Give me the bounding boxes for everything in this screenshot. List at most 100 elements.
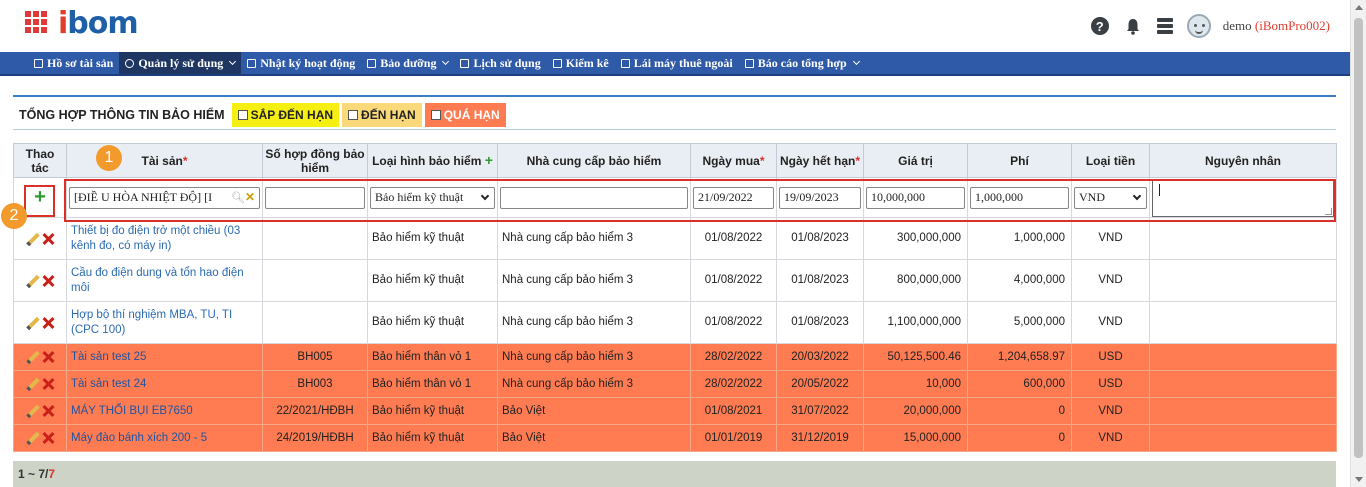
vertical-scrollbar[interactable] bbox=[1350, 0, 1366, 487]
edit-icon[interactable] bbox=[26, 275, 38, 287]
cell-currency: USD bbox=[1071, 343, 1150, 371]
cell-reason bbox=[1149, 424, 1337, 452]
nav-bao-duong[interactable]: Bảo dưỡng bbox=[361, 52, 454, 74]
checkbox[interactable] bbox=[348, 109, 359, 120]
asset-link[interactable]: Hợp bộ thí nghiệm MBA, TU, TI (CPC 100) bbox=[71, 308, 258, 338]
cell-supplier: Nhà cung cấp bảo hiểm 3 bbox=[497, 217, 691, 260]
edit-icon[interactable] bbox=[26, 432, 38, 444]
cell-value: 300,000,000 bbox=[863, 217, 968, 260]
checkbox[interactable] bbox=[237, 109, 248, 120]
id-card-icon bbox=[620, 58, 630, 68]
nav-lai-may-thue-ngoai[interactable]: Lái máy thuê ngoài bbox=[615, 52, 739, 74]
asset-input[interactable]: [ĐIỀ U HÒA NHIỆT ĐỘ] [I 🔍︎✕ bbox=[69, 186, 260, 209]
col-buy-date[interactable]: Ngày mua* bbox=[690, 143, 777, 178]
delete-icon[interactable] bbox=[42, 378, 54, 390]
chevron-down-icon bbox=[229, 57, 237, 66]
cell-type: Bảo hiểm kỹ thuật bbox=[367, 397, 498, 425]
filter-due[interactable]: ĐẾN HẠN bbox=[342, 102, 422, 127]
col-fee[interactable]: Phí bbox=[967, 143, 1072, 178]
entry-value: 10,000,000 bbox=[863, 177, 968, 218]
expire-date-input[interactable]: 19/09/2023 bbox=[779, 186, 861, 209]
cell-contract: BH005 bbox=[262, 343, 368, 371]
checkbox[interactable] bbox=[430, 109, 441, 120]
filter-soon-due[interactable]: SẮP ĐẾN HẠN bbox=[231, 102, 340, 127]
asset-link[interactable]: MÁY THỔI BỤI EB7650 bbox=[71, 405, 258, 417]
cell-asset: Cầu đo điện dung và tổn hao điện môi bbox=[66, 259, 263, 302]
type-select[interactable]: Bảo hiểm kỹ thuật bbox=[370, 186, 495, 209]
cell-supplier: Bảo Việt bbox=[497, 397, 691, 425]
supplier-input[interactable] bbox=[500, 186, 688, 209]
help-icon[interactable]: ? bbox=[1090, 17, 1109, 35]
col-value[interactable]: Giá trị bbox=[863, 143, 968, 178]
cell-buy-date: 01/08/2022 bbox=[690, 301, 777, 344]
nav-kiem-ke[interactable]: Kiểm kê bbox=[547, 52, 615, 74]
cell-buy-date: 28/02/2022 bbox=[690, 370, 777, 398]
col-type[interactable]: Loại hình bảo hiểm + bbox=[367, 143, 498, 178]
asset-link[interactable]: Máy đào bánh xích 200 - 5 bbox=[71, 432, 258, 444]
col-reason[interactable]: Nguyên nhân bbox=[1149, 143, 1337, 178]
entry-reason bbox=[1149, 177, 1337, 218]
delete-icon[interactable] bbox=[42, 275, 54, 287]
scroll-thumb[interactable] bbox=[1354, 18, 1363, 458]
delete-icon[interactable] bbox=[42, 405, 54, 417]
nav-quan-ly-su-dung[interactable]: Quản lý sử dụng bbox=[119, 52, 242, 74]
col-currency[interactable]: Loại tiền bbox=[1071, 143, 1150, 178]
fee-input[interactable]: 1,000,000 bbox=[970, 186, 1069, 209]
cell-asset: MÁY THỔI BỤI EB7650 bbox=[66, 397, 263, 425]
user-info[interactable]: demo (iBomPro002) bbox=[1223, 18, 1330, 34]
ibom-logo[interactable]: ibom bbox=[58, 6, 139, 41]
user-avatar[interactable] bbox=[1186, 14, 1211, 38]
contract-input[interactable] bbox=[265, 186, 365, 209]
cell-contract: BH003 bbox=[262, 370, 368, 398]
scroll-down-icon[interactable] bbox=[1355, 477, 1363, 482]
server-list-icon[interactable] bbox=[1156, 18, 1173, 34]
edit-icon[interactable] bbox=[26, 378, 38, 390]
col-contract[interactable]: Số hợp đồng bảo hiểm bbox=[262, 143, 368, 178]
col-expire-date[interactable]: Ngày hết hạn* bbox=[776, 143, 864, 178]
reason-textarea[interactable] bbox=[1152, 178, 1334, 217]
entry-currency: VND bbox=[1071, 177, 1150, 218]
nav-bao-cao-tong-hop[interactable]: Báo cáo tổng hợp bbox=[739, 52, 865, 74]
pagination-range: 1 ~ 7/ bbox=[18, 467, 49, 481]
bell-icon[interactable] bbox=[1125, 17, 1141, 35]
scroll-up-icon[interactable] bbox=[1355, 5, 1363, 10]
delete-icon[interactable] bbox=[42, 351, 54, 363]
buy-date-input[interactable]: 21/09/2022 bbox=[693, 186, 774, 209]
delete-icon[interactable] bbox=[42, 317, 54, 329]
edit-icon[interactable] bbox=[26, 405, 38, 417]
entry-row: + [ĐIỀ U HÒA NHIỆT ĐỘ] [I 🔍︎✕ Bảo hiểm kỹ… bbox=[13, 177, 1337, 218]
search-icon[interactable]: 🔍︎ bbox=[231, 192, 245, 204]
delete-icon[interactable] bbox=[42, 432, 54, 444]
currency-select[interactable]: VND bbox=[1074, 186, 1147, 209]
filter-overdue[interactable]: QUÁ HẠN bbox=[424, 102, 506, 127]
nav-nhat-ky-hoat-dong[interactable]: Nhật ký hoạt động bbox=[241, 52, 361, 74]
edit-icon[interactable] bbox=[26, 233, 38, 245]
cell-supplier: Bảo Việt bbox=[497, 424, 691, 452]
cell-expire-date: 20/03/2022 bbox=[776, 343, 864, 371]
col-supplier[interactable]: Nhà cung cấp bảo hiểm bbox=[497, 143, 691, 178]
monitor-icon bbox=[247, 58, 257, 68]
chevron-down-icon bbox=[1132, 191, 1142, 200]
resize-grip[interactable] bbox=[1325, 207, 1332, 215]
add-icon[interactable]: + bbox=[29, 186, 51, 209]
value-input[interactable]: 10,000,000 bbox=[866, 186, 965, 209]
entry-expire-date: 19/09/2023 bbox=[776, 177, 864, 218]
app-grid-icon[interactable] bbox=[25, 11, 47, 33]
nav-lich-su-dung[interactable]: Lịch sử dụng bbox=[454, 52, 546, 74]
asset-link[interactable]: Thiết bị đo điện trở một chiều (03 kênh … bbox=[71, 224, 258, 254]
app-root: ibom ? demo (iBomPro002) Hồ sơ tài sản Q… bbox=[0, 0, 1366, 487]
nav-ho-so-tai-san[interactable]: Hồ sơ tài sản bbox=[28, 52, 119, 74]
edit-icon[interactable] bbox=[26, 317, 38, 329]
asset-link[interactable]: Cầu đo điện dung và tổn hao điện môi bbox=[71, 266, 258, 296]
report-icon bbox=[744, 58, 754, 68]
asset-link[interactable]: Tài sản test 24 bbox=[71, 378, 258, 390]
table-header: Thao tác Tài sản* Số hợp đồng bảo hiểm L… bbox=[13, 143, 1337, 178]
cell-currency: VND bbox=[1071, 217, 1150, 260]
delete-icon[interactable] bbox=[42, 233, 54, 245]
cell-fee: 4,000,000 bbox=[967, 259, 1072, 302]
clear-icon[interactable]: ✕ bbox=[245, 190, 255, 204]
cell-asset: Tài sản test 24 bbox=[66, 370, 263, 398]
edit-icon[interactable] bbox=[26, 351, 38, 363]
add-type-icon[interactable]: + bbox=[485, 152, 493, 168]
asset-link[interactable]: Tài sản test 25 bbox=[71, 351, 258, 363]
